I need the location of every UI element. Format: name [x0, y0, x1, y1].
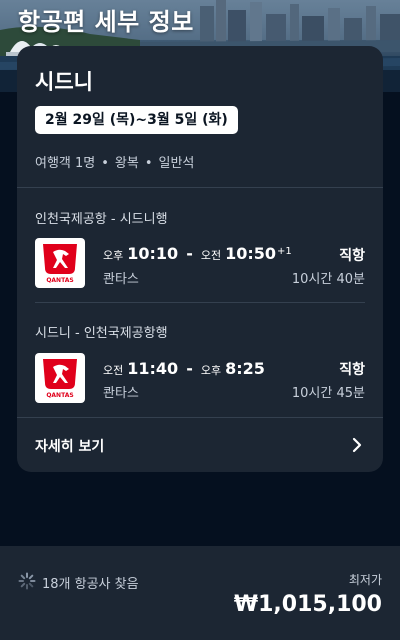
cabin-class: 일반석: [158, 156, 195, 171]
arrive-ampm: 오전: [200, 249, 222, 262]
qantas-logo-icon: QANTAS: [35, 353, 85, 403]
view-details-button[interactable]: 자세히 보기: [17, 418, 383, 472]
return-stops: 직항: [339, 362, 365, 378]
depart-time: 10:10: [127, 244, 179, 263]
outbound-stops: 직항: [339, 248, 365, 264]
separator-dot: •: [144, 156, 153, 171]
divider: [35, 302, 365, 303]
trip-summary: 여행객 1명 • 왕복 • 일반석: [35, 152, 194, 171]
flight-details-card: 시드니 2월 29일 (목)~3월 5일 (화) 여행객 1명 • 왕복 • 일반석 인…: [17, 46, 383, 472]
loading-spinner-icon: [18, 572, 36, 590]
separator-dot: •: [101, 156, 109, 171]
depart-ampm: 오후: [103, 249, 124, 262]
return-duration: 10시간 45분: [291, 386, 365, 401]
trip-type: 왕복: [114, 156, 139, 171]
view-details-label: 자세히 보기: [35, 439, 105, 455]
depart-ampm: 오전: [103, 364, 124, 377]
lowest-price: ₩1,015,100: [233, 592, 382, 617]
page-title: 항공편 세부 정보: [18, 8, 194, 36]
qantas-wordmark: QANTAS: [46, 392, 73, 399]
airlines-found-text: 18개 항공사 찾음: [42, 577, 139, 592]
price-footer: 18개 항공사 찾음 최저가 ₩1,015,100: [0, 546, 400, 640]
date-range-chip: 2월 29일 (목)~3월 5일 (화): [35, 106, 238, 134]
divider: [17, 187, 383, 188]
qantas-logo-icon: QANTAS: [35, 238, 85, 288]
travelers-count: 여행객 1명: [35, 156, 96, 171]
return-airline: 콴타스: [103, 386, 139, 401]
qantas-wordmark: QANTAS: [46, 277, 73, 284]
outbound-duration: 10시간 40분: [291, 272, 365, 287]
arrive-time: 8:25: [225, 359, 265, 378]
destination-title: 시드니: [35, 70, 93, 94]
lowest-price-label: 최저가: [348, 573, 382, 587]
depart-time: 11:40: [127, 359, 179, 378]
arrive-time: 10:50: [225, 244, 277, 263]
time-dash: -: [186, 244, 193, 263]
outbound-times: 오후 10:10- 오전 10:50 +1: [103, 244, 292, 263]
return-route: 시드니 - 인천국제공항행: [35, 326, 168, 341]
outbound-airline: 콴타스: [103, 272, 139, 287]
day-offset: +1: [277, 246, 292, 257]
outbound-route: 인천국제공항 - 시드니행: [35, 212, 168, 227]
arrive-ampm: 오후: [200, 364, 222, 377]
time-dash: -: [186, 359, 193, 378]
return-times: 오전 11:40- 오후 8:25: [103, 359, 265, 378]
chevron-right-icon: [352, 437, 362, 453]
